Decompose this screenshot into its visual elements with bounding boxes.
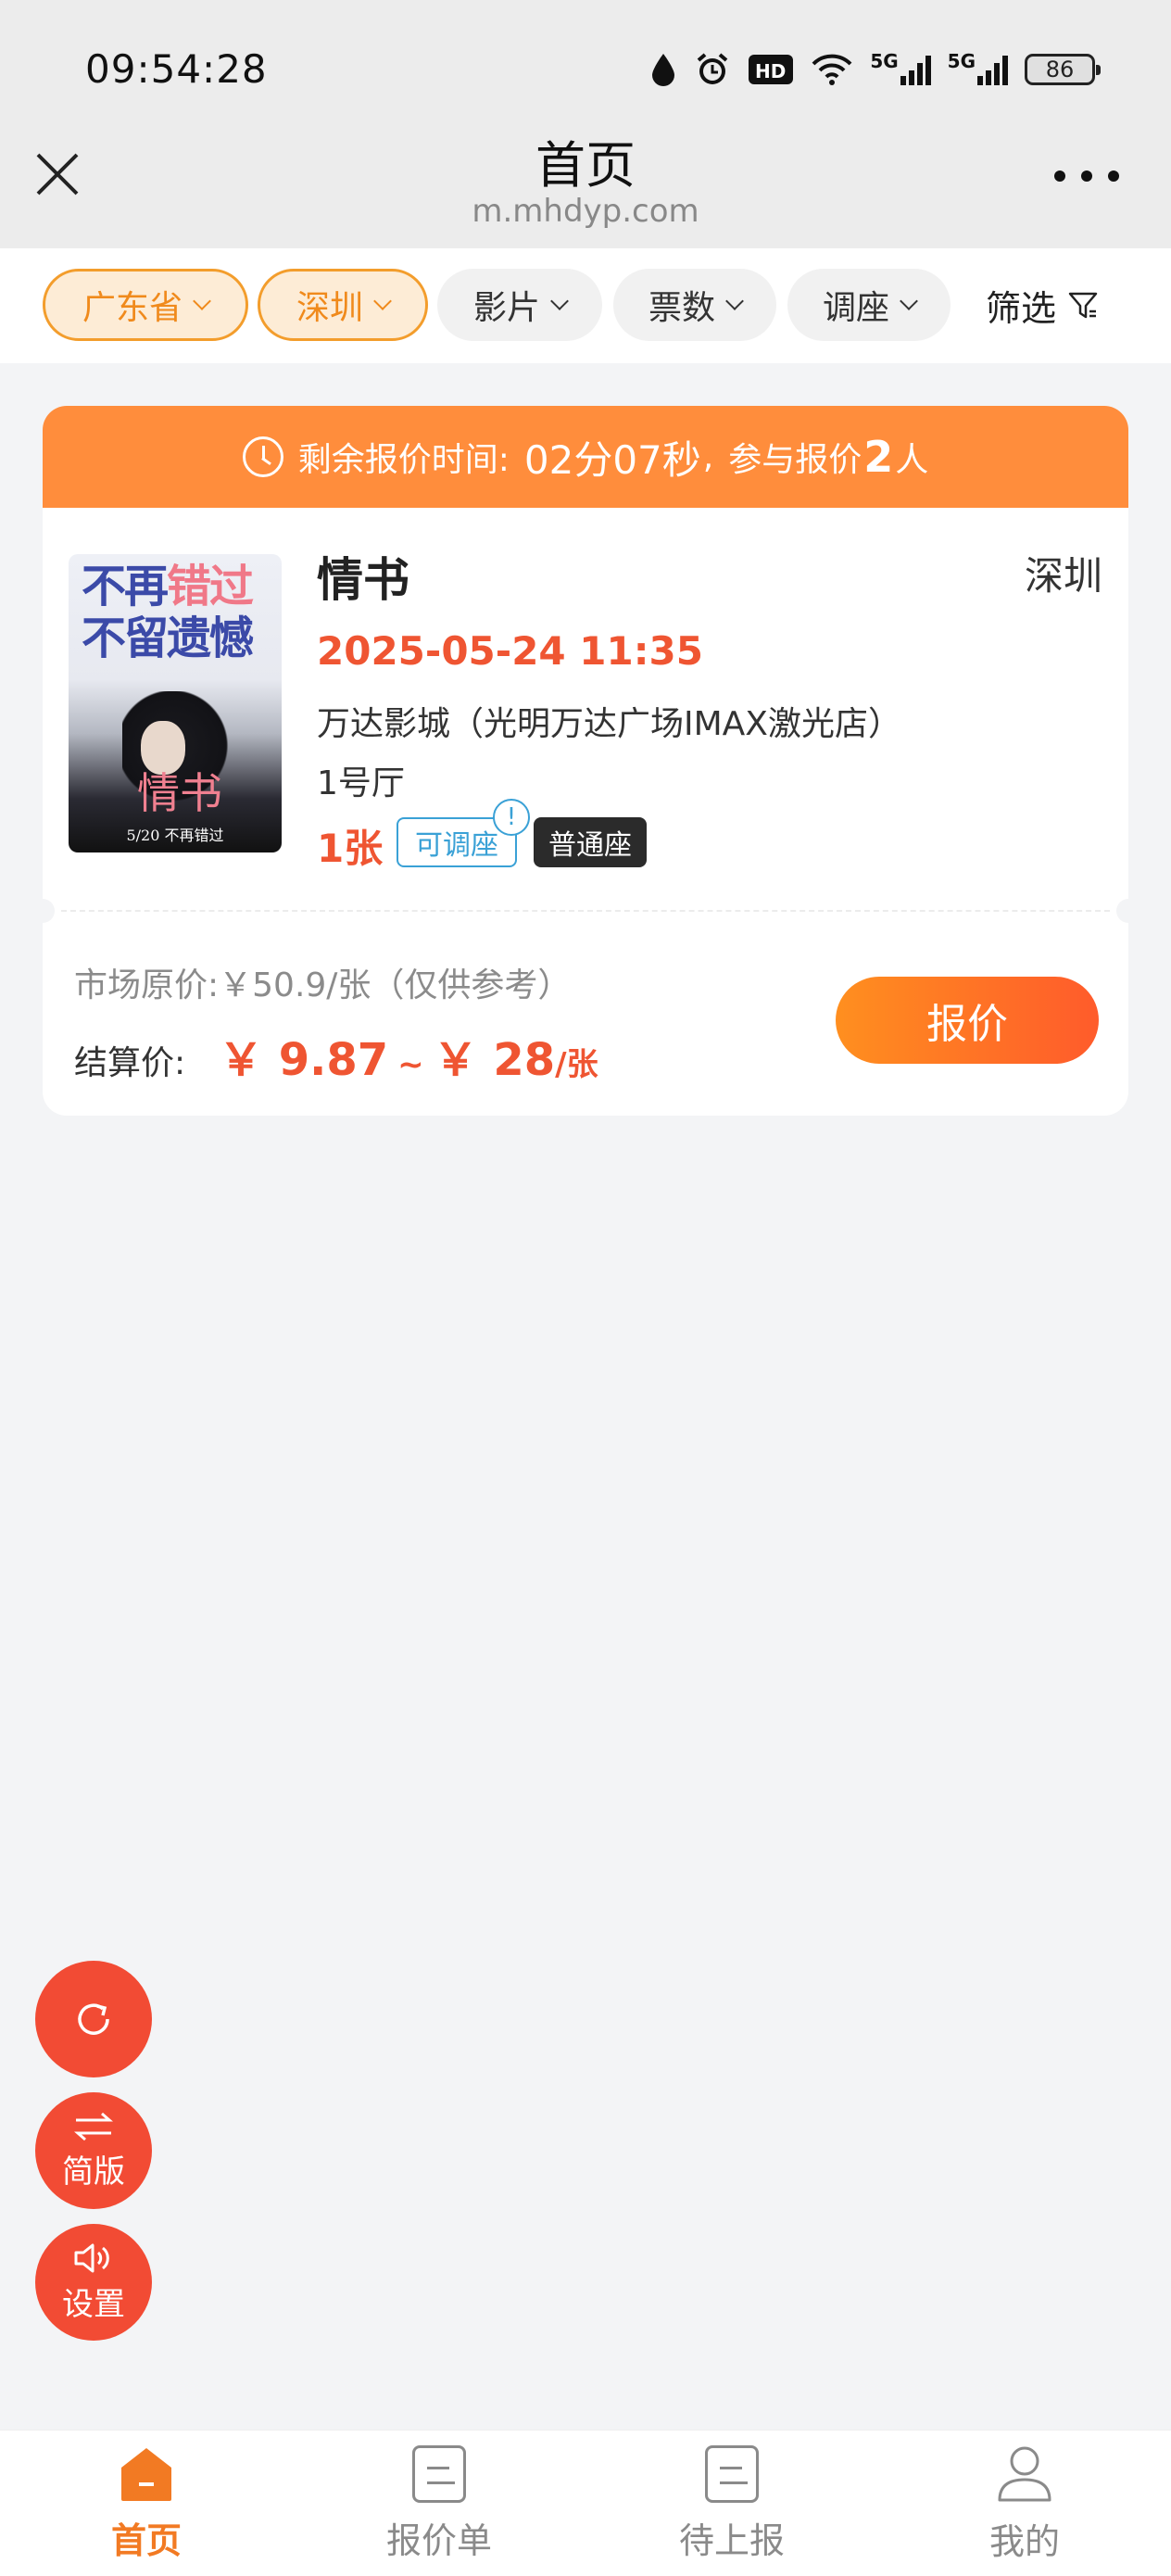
nav-quotes-label: 报价单 (385, 2519, 492, 2561)
filter-province[interactable]: 广东省 (43, 269, 248, 341)
movie-poster: 不再错过 不留遗憾 情书 5/20 不再错过 (69, 554, 282, 852)
settle-price-label: 结算价: (74, 1044, 186, 1082)
filter-ticket-count[interactable]: 票数 (613, 269, 776, 341)
page-title: 首页 (535, 136, 636, 195)
page-url: m.mhdyp.com (472, 193, 699, 230)
more-button[interactable] (1054, 167, 1119, 185)
swap-icon (74, 2112, 113, 2140)
funnel-icon (1068, 292, 1098, 319)
ticket-notch-right (1116, 899, 1128, 923)
alarm-icon (694, 50, 731, 89)
order-card[interactable]: 剩余报价时间: 02分07秒 , 参与报价 2 人 不再错过 不留遗憾 情书 5… (43, 406, 1128, 1116)
settings-button[interactable]: 设置 (35, 2224, 152, 2341)
participants-prefix: 参与报价 (728, 441, 863, 479)
filter-province-label: 广东省 (82, 289, 183, 327)
movie-title: 情书 (317, 553, 409, 607)
filter-button[interactable]: 筛选 (986, 269, 1099, 341)
nav-home-label: 首页 (110, 2519, 182, 2561)
poster-title: 情书 (137, 768, 222, 818)
home-icon (121, 2447, 171, 2501)
drop-icon (649, 50, 677, 89)
clock-icon (242, 436, 283, 477)
countdown-banner: 剩余报价时间: 02分07秒 , 参与报价 2 人 (43, 406, 1128, 508)
document-icon (705, 2444, 759, 2503)
poster-tagline-1: 不再错过 (82, 561, 254, 612)
filter-button-label: 筛选 (986, 287, 1057, 329)
ticket-quantity: 1张 (317, 826, 384, 871)
wifi-icon (811, 50, 853, 89)
countdown-value: 02分07秒 (523, 436, 701, 483)
nav-pending[interactable]: 待上报 (586, 2431, 878, 2576)
filter-ticket-count-label: 票数 (648, 289, 715, 327)
network-label: 5G (947, 50, 976, 72)
settings-label: 设置 (62, 2285, 125, 2323)
5g-signal-icon: 5G (870, 50, 931, 89)
filter-movie[interactable]: 影片 (437, 269, 602, 341)
nav-profile-label: 我的 (988, 2520, 1060, 2562)
filter-city[interactable]: 深圳 (258, 269, 428, 341)
more-dot (1108, 170, 1119, 182)
filter-city-label: 深圳 (296, 289, 363, 327)
filter-movie-label: 影片 (472, 289, 540, 327)
speaker-icon (74, 2243, 109, 2272)
hd-label: HD (755, 60, 786, 82)
info-icon[interactable]: ! (493, 799, 530, 836)
more-dot (1081, 170, 1092, 182)
simple-mode-label: 简版 (62, 2153, 125, 2191)
countdown-prefix: 剩余报价时间: (297, 441, 510, 479)
filter-seat-adjust[interactable]: 调座 (787, 269, 951, 341)
dashed-divider (61, 910, 1110, 912)
chevron-down-icon (373, 292, 392, 310)
settle-price-unit: /张 (555, 1046, 598, 1083)
chevron-down-icon (725, 292, 744, 310)
simple-mode-button[interactable]: 简版 (35, 2092, 152, 2209)
settle-price-range: ￥ 9.87 ~ ￥ 28 /张 (219, 1023, 598, 1088)
user-icon (998, 2446, 1051, 2501)
hall-name: 1号厅 (317, 764, 405, 802)
nav-quotes[interactable]: 报价单 (293, 2431, 586, 2576)
movie-city: 深圳 (1024, 553, 1102, 599)
quote-button[interactable]: 报价 (836, 977, 1099, 1064)
cinema-name: 万达影城（光明万达广场IMAX激光店） (317, 705, 901, 743)
document-icon (412, 2444, 466, 2503)
seat-type-tag: 普通座 (534, 817, 647, 867)
more-dot (1054, 170, 1065, 182)
refresh-button[interactable] (35, 1961, 152, 2077)
participants-count: 2 (863, 432, 894, 482)
network-label: 5G (870, 50, 899, 72)
nav-profile[interactable]: 我的 (878, 2431, 1171, 2576)
bottom-nav: 首页 报价单 待上报 我的 (0, 2430, 1171, 2576)
show-time: 2025-05-24 11:35 (317, 628, 703, 674)
market-price: 市场原价:￥50.9/张（仅供参考） (74, 966, 572, 1004)
status-time: 09:54:28 (85, 46, 268, 92)
settle-price-sep: ~ (397, 1046, 424, 1083)
filter-bar: 广东省 深圳 影片 票数 调座 筛选 (0, 248, 1171, 363)
settle-price-min: ￥ 9.87 (219, 1034, 389, 1086)
poster-tagline-2: 不留遗憾 (82, 612, 254, 664)
nav-home[interactable]: 首页 (0, 2431, 293, 2576)
chevron-down-icon (900, 292, 918, 310)
browser-header: 09:54:28 HD 5G 5G 86 首页 m.mhdyp.com (0, 0, 1171, 248)
ticket-notch-left (43, 899, 55, 923)
chevron-down-icon (550, 292, 569, 310)
countdown-separator: , (702, 437, 714, 476)
refresh-icon (78, 2003, 109, 2035)
status-icons: HD 5G 5G 86 (649, 48, 1101, 91)
5g-signal-icon: 5G (948, 50, 1008, 89)
battery-level: 86 (1045, 57, 1075, 82)
hd-icon: HD (748, 50, 794, 89)
nav-pending-label: 待上报 (678, 2519, 785, 2561)
chevron-down-icon (193, 292, 211, 310)
settle-price-max: ￥ 28 (433, 1034, 556, 1086)
participants-suffix: 人 (895, 441, 929, 479)
filter-seat-adjust-label: 调座 (822, 289, 889, 327)
battery-icon: 86 (1025, 54, 1101, 85)
poster-date: 5/20 不再错过 (126, 827, 224, 844)
